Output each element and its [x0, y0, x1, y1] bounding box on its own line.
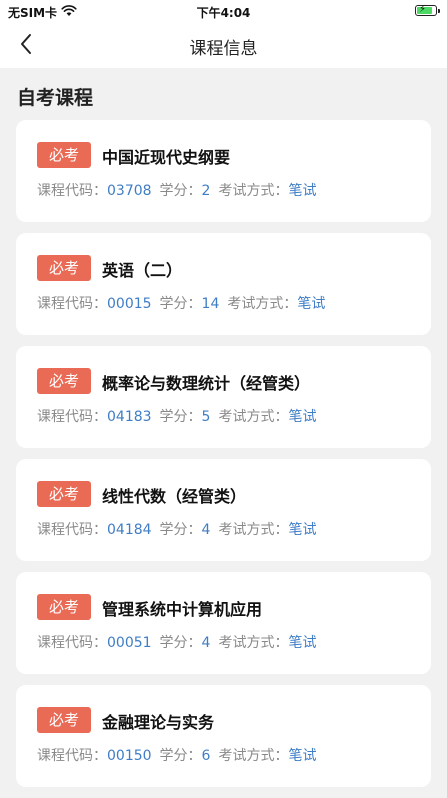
course-credit: 5: [201, 409, 211, 425]
course-name: 金融理论与实务: [102, 713, 215, 732]
course-credit: 14: [201, 296, 220, 312]
course-code: 00015: [107, 296, 152, 312]
course-card[interactable]: 必考 管理系统中计算机应用 课程代码：00051 学分：4 考试方式：笔试: [16, 572, 431, 674]
required-badge: 必考: [37, 368, 91, 394]
exam-method-label: 考试方式：: [227, 296, 298, 312]
course-card[interactable]: 必考 英语（二） 课程代码：00015 学分：14 考试方式：笔试: [16, 233, 431, 335]
section-title: 自考课程: [17, 87, 94, 109]
course-code: 03708: [107, 183, 152, 199]
course-card[interactable]: 必考 中国近现代史纲要 课程代码：03708 学分：2 考试方式：笔试: [16, 120, 431, 222]
course-code: 04184: [107, 522, 152, 538]
course-meta: 课程代码：04183 学分：5 考试方式：笔试: [37, 406, 316, 426]
code-label: 课程代码：: [37, 748, 107, 764]
course-name: 概率论与数理统计（经管类）: [102, 374, 311, 393]
course-credit: 6: [201, 748, 211, 764]
course-name: 中国近现代史纲要: [102, 148, 231, 167]
exam-method-label: 考试方式：: [218, 635, 289, 651]
course-meta: 课程代码：00015 学分：14 考试方式：笔试: [37, 293, 325, 313]
code-label: 课程代码：: [37, 522, 107, 538]
course-card[interactable]: 必考 线性代数（经管类） 课程代码：04184 学分：4 考试方式：笔试: [16, 459, 431, 561]
course-code: 00051: [107, 635, 152, 651]
credit-label: 学分：: [159, 409, 202, 425]
status-bar: 无SIM卡 下午4:04 ⚡: [0, 0, 447, 24]
course-card[interactable]: 必考 概率论与数理统计（经管类） 课程代码：04183 学分：5 考试方式：笔试: [16, 346, 431, 448]
course-code: 00150: [107, 748, 152, 764]
course-credit: 4: [201, 522, 211, 538]
code-label: 课程代码：: [37, 635, 107, 651]
exam-method: 笔试: [288, 748, 317, 764]
exam-method-label: 考试方式：: [218, 522, 289, 538]
required-badge: 必考: [37, 255, 91, 281]
course-name: 英语（二）: [102, 261, 183, 280]
exam-method-label: 考试方式：: [218, 748, 289, 764]
required-badge: 必考: [37, 142, 91, 168]
credit-label: 学分：: [159, 635, 202, 651]
nav-bar: 课程信息: [0, 24, 447, 68]
battery-charging-icon: ⚡: [415, 4, 440, 16]
exam-method: 笔试: [288, 522, 317, 538]
course-name: 管理系统中计算机应用: [102, 600, 263, 619]
exam-method: 笔试: [288, 635, 317, 651]
credit-label: 学分：: [159, 183, 202, 199]
credit-label: 学分：: [159, 296, 202, 312]
course-list: 必考 中国近现代史纲要 课程代码：03708 学分：2 考试方式：笔试 必考 英语（…: [16, 120, 431, 798]
exam-method-label: 考试方式：: [218, 409, 289, 425]
course-card[interactable]: 必考 金融理论与实务 课程代码：00150 学分：6 考试方式：笔试: [16, 685, 431, 787]
exam-method: 笔试: [288, 183, 317, 199]
page-title: 课程信息: [189, 39, 258, 59]
credit-label: 学分：: [159, 522, 202, 538]
exam-method-label: 考试方式：: [218, 183, 289, 199]
code-label: 课程代码：: [37, 183, 107, 199]
exam-method: 笔试: [297, 296, 326, 312]
course-code: 04183: [107, 409, 152, 425]
course-meta: 课程代码：00051 学分：4 考试方式：笔试: [37, 632, 316, 652]
course-credit: 4: [201, 635, 211, 651]
status-time: 下午4:04: [196, 6, 251, 20]
code-label: 课程代码：: [37, 409, 107, 425]
course-name: 线性代数（经管类）: [102, 487, 247, 506]
credit-label: 学分：: [159, 748, 202, 764]
course-meta: 课程代码：00150 学分：6 考试方式：笔试: [37, 745, 316, 765]
course-meta: 课程代码：04184 学分：4 考试方式：笔试: [37, 519, 316, 539]
required-badge: 必考: [37, 707, 91, 733]
course-credit: 2: [201, 183, 211, 199]
code-label: 课程代码：: [37, 296, 107, 312]
required-badge: 必考: [37, 481, 91, 507]
course-meta: 课程代码：03708 学分：2 考试方式：笔试: [37, 180, 316, 200]
required-badge: 必考: [37, 594, 91, 620]
exam-method: 笔试: [288, 409, 317, 425]
